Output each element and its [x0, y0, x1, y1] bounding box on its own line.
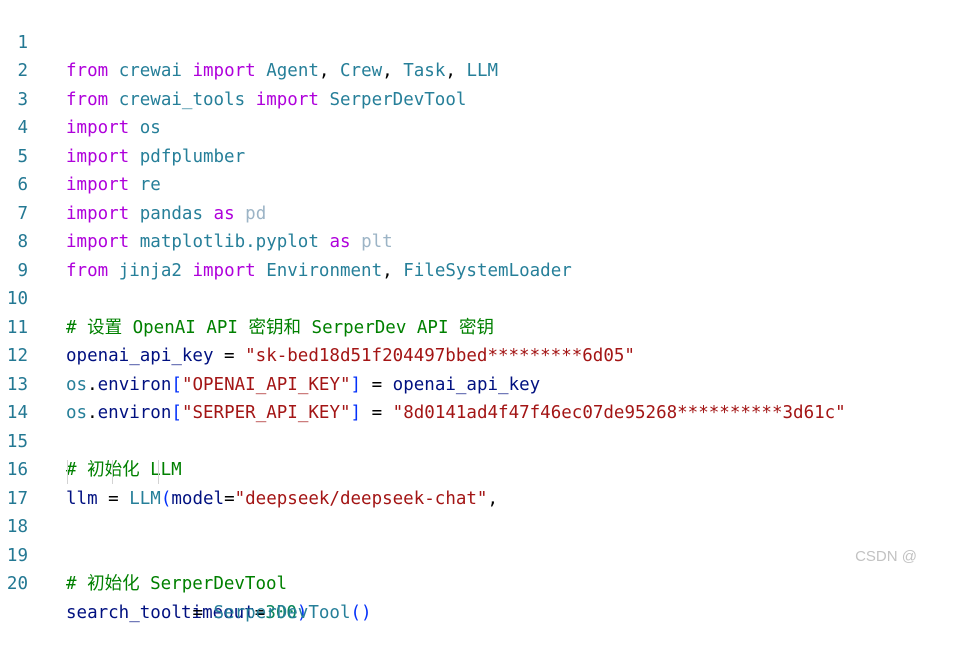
- code-line: 13 os.environ["SERPER_API_KEY"] = "8d014…: [0, 342, 955, 424]
- indent-guide: [112, 460, 113, 484]
- code-line: 15 # 初始化 LLM: [0, 399, 955, 481]
- code-line: 2 from crewai_tools import SerperDevTool: [0, 29, 955, 110]
- variable: search_tool: [66, 602, 182, 623]
- class-name: SerperDevTool: [213, 602, 351, 623]
- line-content[interactable]: search_tool = SerperDevTool(): [66, 599, 372, 628]
- indent-guide: [158, 460, 159, 484]
- line-number: 20: [6, 574, 28, 594]
- code-line: 19 # 初始化 SerperDevTool: [0, 513, 955, 595]
- code-editor[interactable]: 1 from crewai import Agent, Crew, Task, …: [0, 0, 955, 623]
- indent-guide: [67, 460, 68, 484]
- code-line: 20 search_tool = SerperDevTool(): [0, 542, 955, 623]
- code-line: 10 # 设置 OpenAI API 密钥和 SerperDev API 密钥: [0, 257, 955, 338]
- code-line: 16 llm = LLM(model="deepseek/deepseek-ch…: [0, 428, 955, 509]
- code-line: 11 openai_api_key = "sk-bed18d51f204497b…: [0, 285, 955, 367]
- code-line: 17 timeout=300): [0, 456, 955, 623]
- comment[interactable]: # 初始化 SerperDevTool: [66, 570, 287, 599]
- code-line: 8 from jinja2 import Environment, FileSy…: [0, 200, 955, 281]
- code-line: 6 import pandas as pd: [0, 143, 955, 224]
- code-line: 9: [0, 228, 955, 281]
- code-line: 3 import os: [0, 57, 955, 139]
- code-line: 7 import matplotlib.pyplot as plt: [0, 171, 955, 253]
- code-line: 14: [0, 371, 955, 423]
- code-line: 4 import pdfplumber: [0, 86, 955, 167]
- code-line: 1 from crewai import Agent, Crew, Task, …: [0, 0, 955, 82]
- watermark: CSDN @: [855, 548, 917, 565]
- code-line: 5 import re: [0, 114, 955, 196]
- code-line: 12 os.environ["OPENAI_API_KEY"] = openai…: [0, 314, 955, 395]
- code-line: 18: [0, 485, 955, 537]
